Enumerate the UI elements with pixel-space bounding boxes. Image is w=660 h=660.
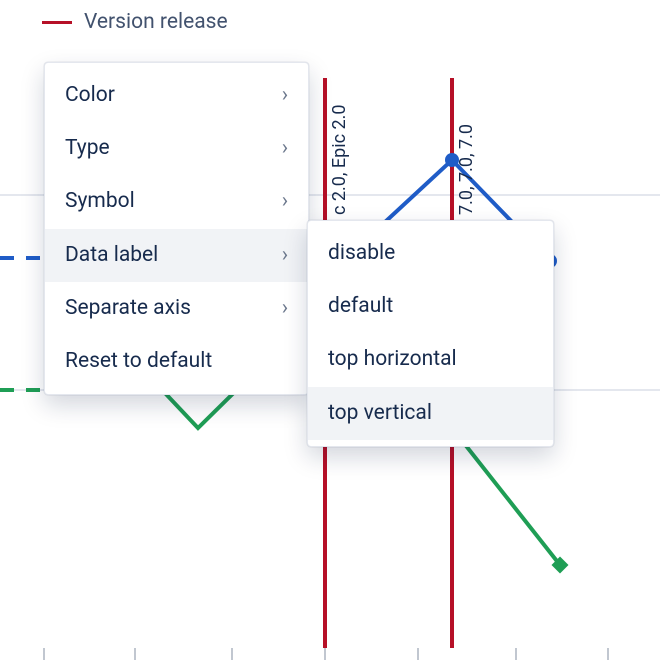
submenu-item-top-horizontal[interactable]: top horizontal (308, 333, 553, 386)
menu-item-separate-axis[interactable]: Separate axis › (45, 282, 308, 335)
release-label: 7.0, 7.0, 7.0 (456, 124, 477, 215)
submenu-item-default[interactable]: default (308, 280, 553, 333)
legend-swatch (42, 21, 72, 24)
chevron-right-icon: › (282, 189, 288, 214)
menu-item-label: disable (328, 241, 395, 266)
menu-item-label: Reset to default (65, 349, 212, 374)
chevron-right-icon: › (282, 296, 288, 321)
chevron-right-icon: › (282, 243, 288, 268)
submenu-data-label: disable default top horizontal top vertical (307, 220, 554, 447)
menu-item-label: Color (65, 83, 115, 108)
menu-item-symbol[interactable]: Symbol › (45, 175, 308, 228)
menu-item-type[interactable]: Type › (45, 122, 308, 175)
chevron-right-icon: › (282, 83, 288, 108)
menu-item-label: Type (65, 136, 110, 161)
legend-label: Version release (84, 10, 228, 34)
chart-canvas: Version release c 2.0, Epic 2.0 7.0, 7.0,… (0, 0, 660, 660)
menu-item-color[interactable]: Color › (45, 69, 308, 122)
legend-version-release[interactable]: Version release (42, 10, 228, 34)
menu-item-label: Separate axis (65, 296, 191, 321)
menu-item-reset-to-default[interactable]: Reset to default (45, 335, 308, 388)
chevron-right-icon: › (282, 136, 288, 161)
menu-item-label: top horizontal (328, 347, 457, 372)
context-menu: Color›Type›Symbol›Data label›Separate ax… (44, 62, 309, 395)
menu-item-label: Data label (65, 243, 158, 268)
submenu-item-top-vertical[interactable]: top vertical (308, 387, 553, 440)
submenu-item-disable[interactable]: disable (308, 227, 553, 280)
menu-item-label: default (328, 294, 393, 319)
menu-item-label: Symbol (65, 189, 135, 214)
release-label: c 2.0, Epic 2.0 (329, 105, 350, 215)
menu-item-label: top vertical (328, 401, 432, 426)
menu-item-data-label[interactable]: Data label › (45, 229, 308, 282)
